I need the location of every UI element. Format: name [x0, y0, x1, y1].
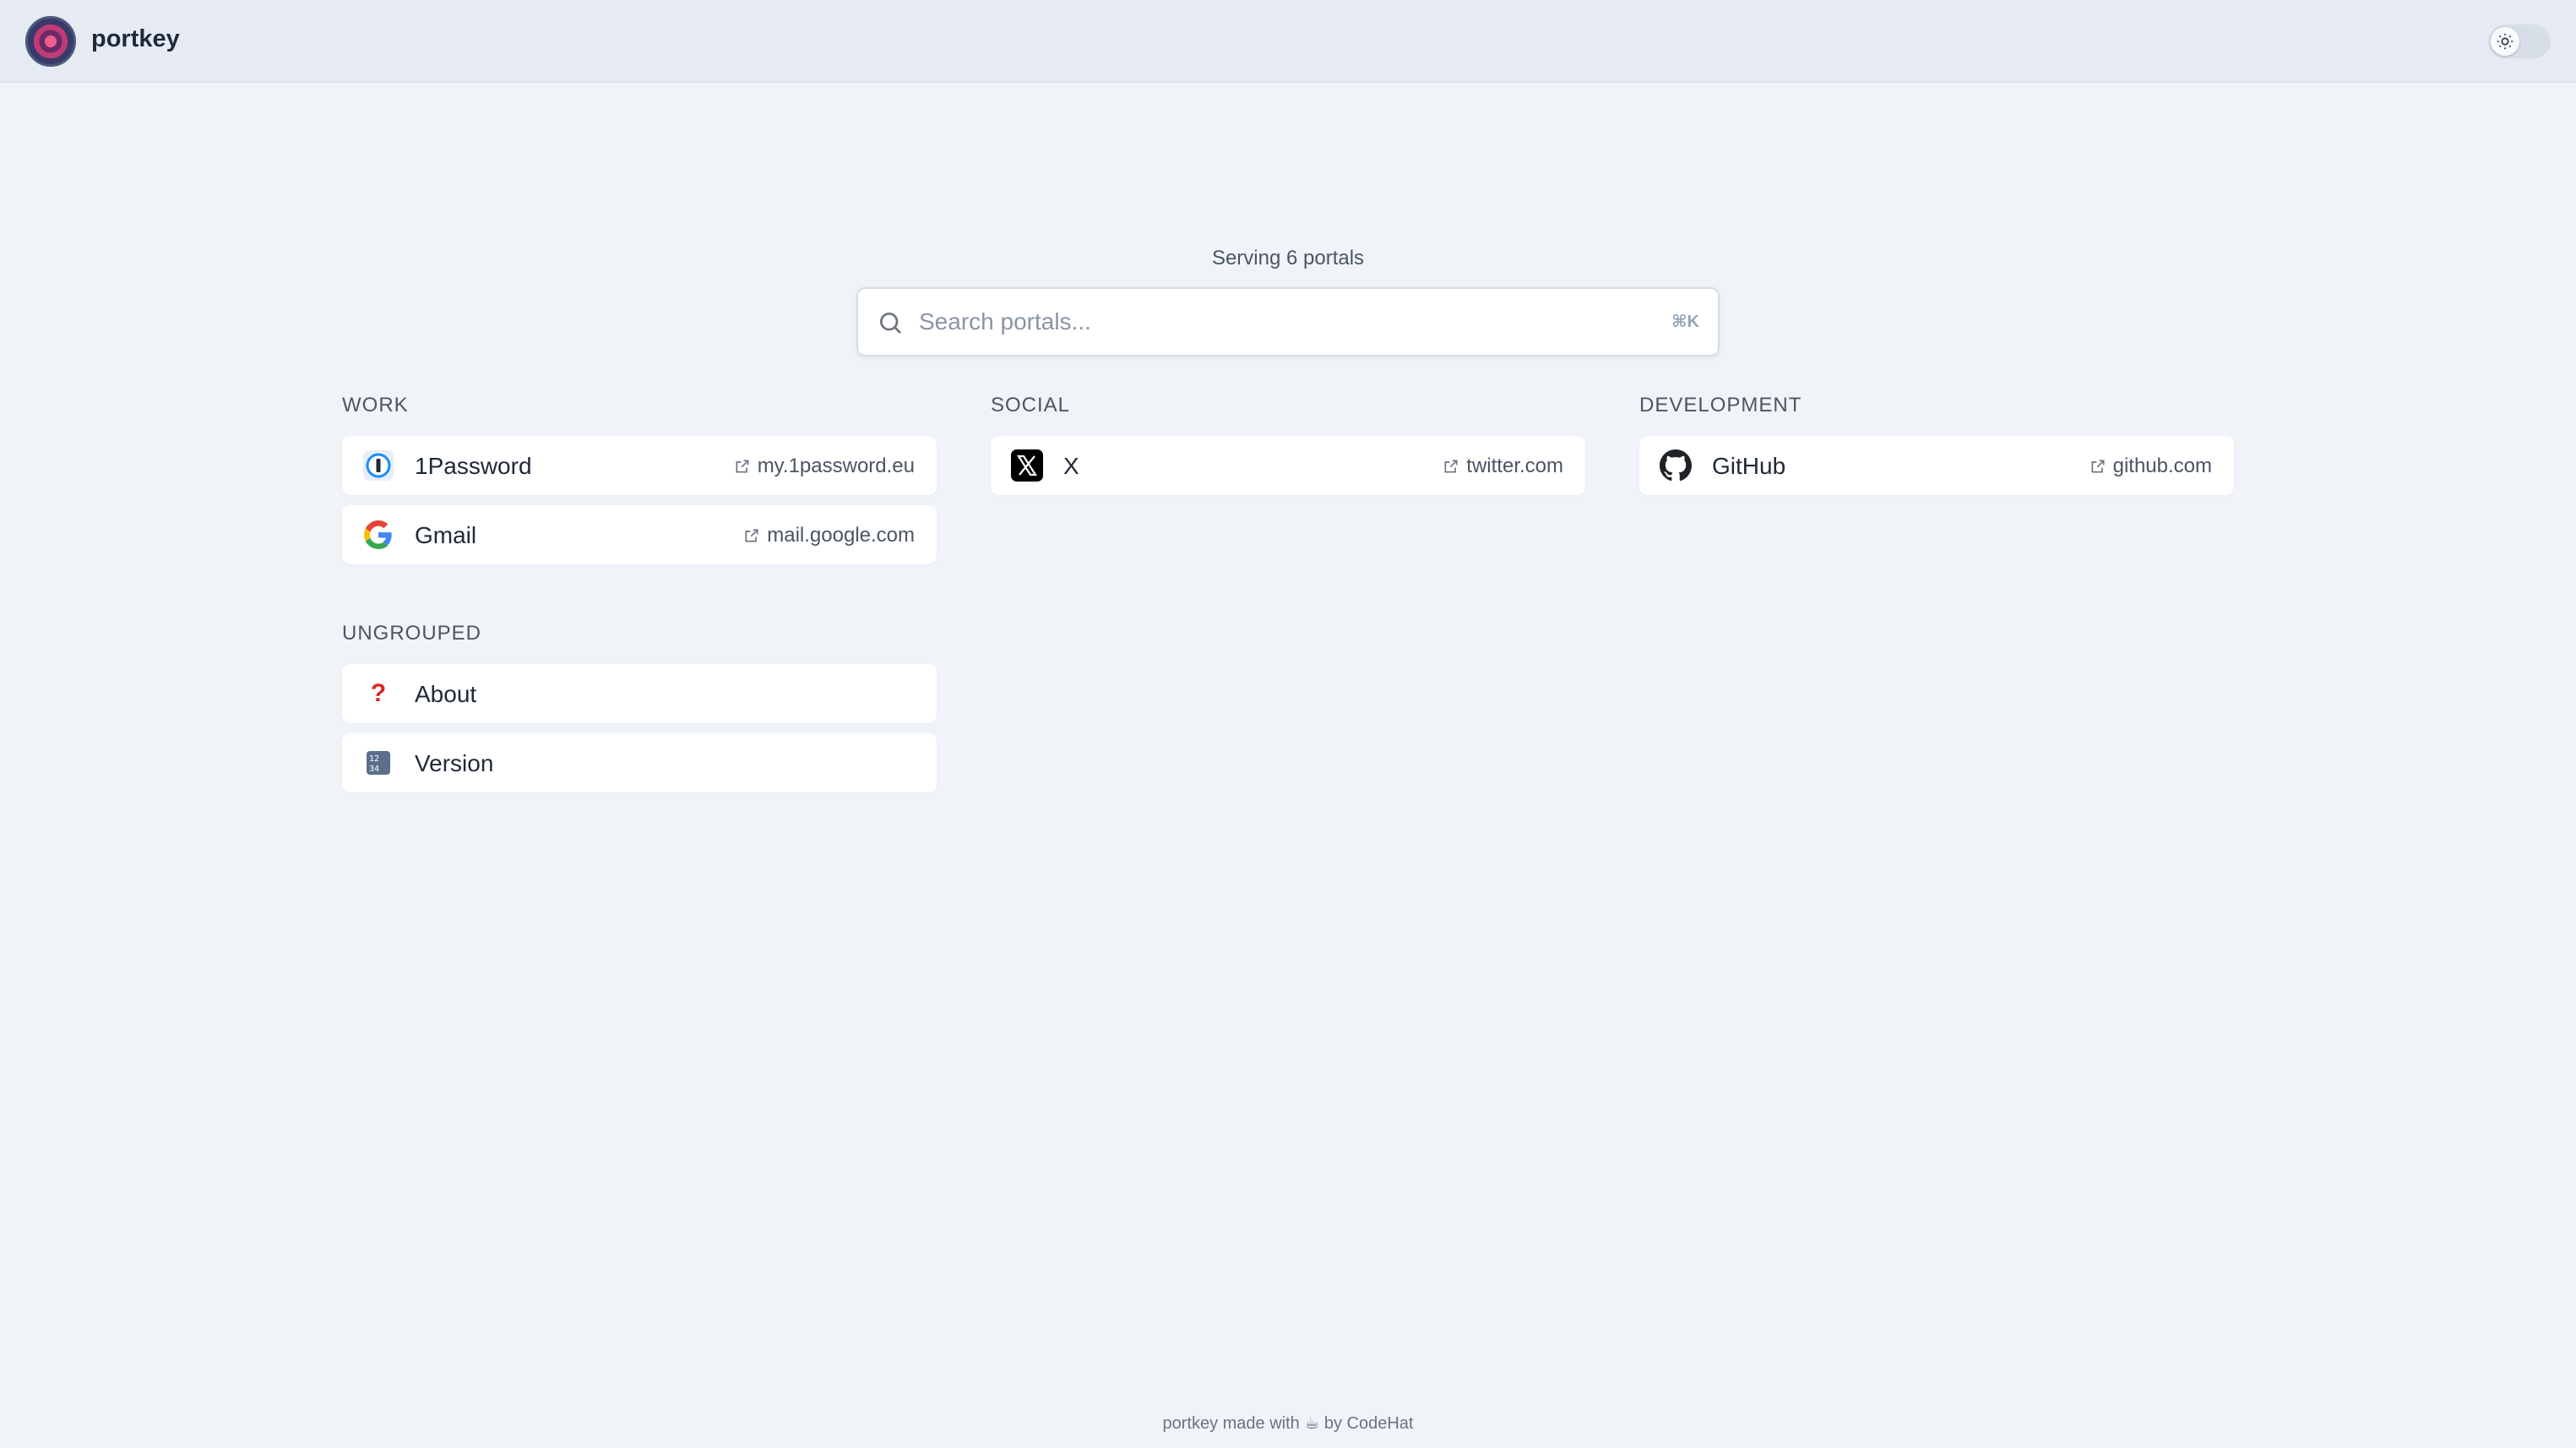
- svg-text:12: 12: [369, 754, 379, 764]
- footer: portkey made with ☕ by CodeHat: [0, 1413, 2576, 1434]
- portal-count: Serving 6 portals: [1211, 247, 1365, 269]
- shortcut-hint: ⌘K: [1671, 313, 1699, 331]
- sun-icon: [2491, 27, 2519, 56]
- portal-card-github[interactable]: GitHub github.com: [1639, 436, 2234, 495]
- numbers-icon: 12 34: [362, 747, 394, 779]
- footer-credit[interactable]: by CodeHat: [1324, 1414, 1414, 1433]
- section-title-work: Work: [342, 394, 409, 416]
- portal-name: 1Password: [415, 453, 532, 479]
- section-title-ungrouped: Ungrouped: [342, 622, 482, 645]
- section-title-social: Social: [991, 394, 1071, 416]
- footer-text: portkey made with: [1162, 1414, 1300, 1433]
- x-icon: [1011, 449, 1043, 482]
- portal-url: mail.google.com: [767, 524, 915, 547]
- google-icon: [362, 519, 394, 551]
- section-title-development: Development: [1639, 394, 1802, 416]
- portal-name: About: [415, 681, 477, 707]
- svg-text:34: 34: [369, 765, 379, 774]
- external-link-icon: [736, 460, 749, 473]
- brand-name[interactable]: portkey: [91, 25, 180, 53]
- external-link-icon: [1444, 460, 1458, 473]
- search-box[interactable]: ⌘K: [856, 287, 1720, 357]
- search-input[interactable]: [919, 291, 1662, 353]
- portal-name: Version: [415, 750, 494, 776]
- search-icon: [877, 309, 904, 340]
- portal-name: Gmail: [415, 522, 477, 548]
- portal-card-about[interactable]: ? About: [342, 664, 937, 723]
- portal-card-1password[interactable]: 1Password my.1password.eu: [342, 436, 937, 495]
- theme-toggle[interactable]: [2488, 24, 2551, 58]
- portkey-logo[interactable]: [25, 16, 76, 67]
- external-link-icon: [2091, 460, 2105, 473]
- coffee-icon: ☕: [1304, 1414, 1320, 1433]
- portal-link[interactable]: my.1password.eu: [734, 455, 915, 478]
- portal-url: twitter.com: [1466, 455, 1563, 477]
- top-bar: portkey: [0, 0, 2576, 83]
- portal-link[interactable]: github.com: [2090, 455, 2212, 478]
- portal-link[interactable]: twitter.com: [1443, 455, 1563, 478]
- portal-card-gmail[interactable]: Gmail mail.google.com: [342, 505, 937, 564]
- portal-name: GitHub: [1712, 453, 1786, 479]
- question-icon: ?: [370, 679, 387, 707]
- portal-name: X: [1063, 453, 1079, 479]
- portal-card-version[interactable]: 12 34 Version: [342, 733, 937, 792]
- portal-card-x[interactable]: X twitter.com: [991, 436, 1585, 495]
- portal-link[interactable]: mail.google.com: [743, 524, 915, 547]
- external-link-icon: [745, 529, 758, 542]
- github-icon: [1660, 449, 1692, 482]
- portal-url: my.1password.eu: [757, 455, 915, 477]
- portal-url: github.com: [2112, 455, 2212, 477]
- 1password-icon: [362, 449, 394, 482]
